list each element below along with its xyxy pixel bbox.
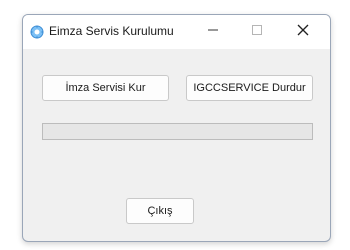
minimize-button[interactable]	[193, 15, 233, 49]
install-service-button[interactable]: İmza Servisi Kur	[42, 75, 169, 101]
title-bar[interactable]: Eimza Servis Kurulumu	[23, 15, 330, 49]
maximize-icon	[251, 23, 263, 41]
minimize-icon	[207, 23, 219, 41]
window-title: Eimza Servis Kurulumu	[49, 24, 174, 38]
progress-bar	[42, 123, 313, 140]
stop-service-button[interactable]: IGCCSERVICE Durdur	[186, 75, 313, 101]
close-button[interactable]	[283, 15, 323, 49]
close-icon	[296, 23, 310, 42]
exit-button[interactable]: Çıkış	[126, 198, 194, 224]
maximize-button[interactable]	[237, 15, 277, 49]
installer-window: Eimza Servis Kurulumu İmza Servisi Kur I…	[22, 14, 331, 242]
gear-icon	[30, 25, 44, 39]
